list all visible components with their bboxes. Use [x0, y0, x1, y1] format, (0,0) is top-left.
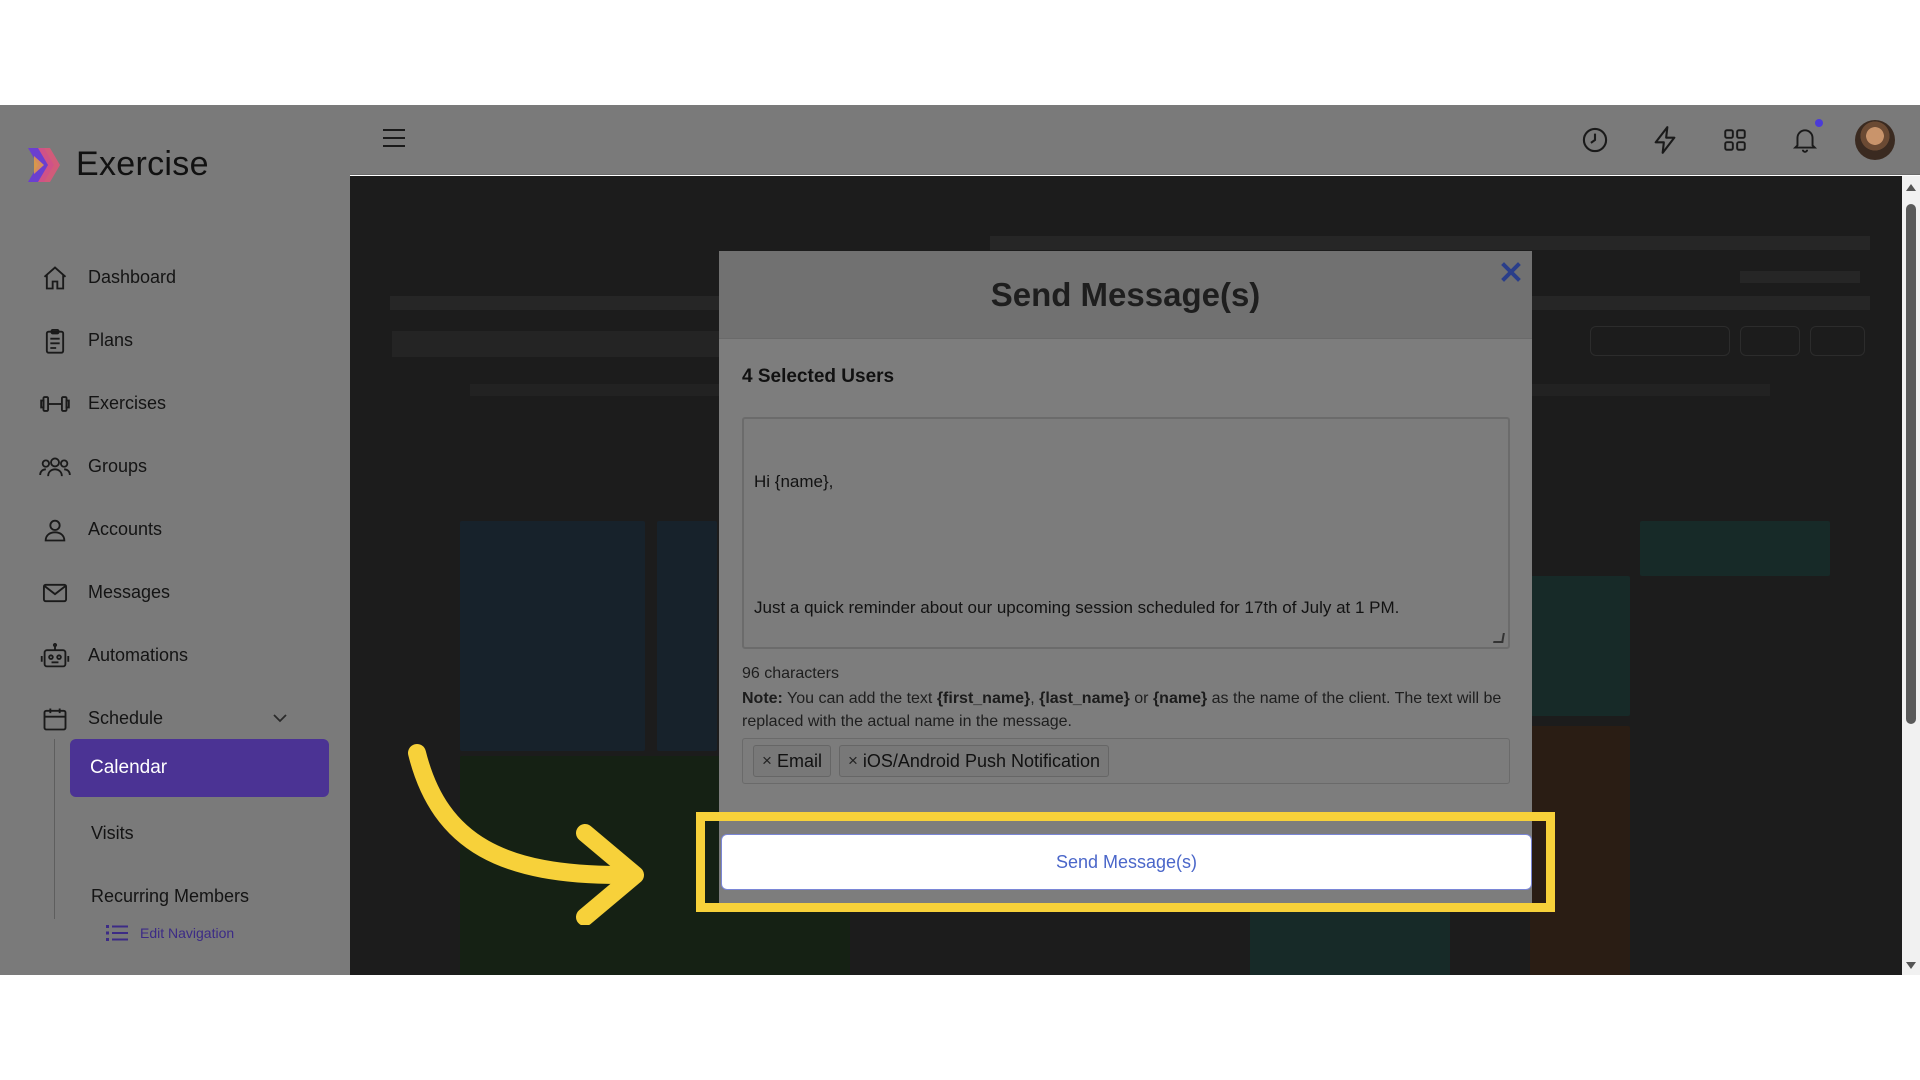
message-textarea[interactable]: Hi {name}, Just a quick reminder about o… — [742, 417, 1510, 649]
delivery-channels-select[interactable]: × Email × iOS/Android Push Notification — [742, 738, 1510, 784]
app-name: Exercise — [76, 145, 209, 183]
scroll-up-arrow-icon[interactable] — [1906, 184, 1916, 191]
placeholder-note: Note: You can add the text {first_name},… — [742, 687, 1512, 733]
clock-icon[interactable] — [1572, 117, 1618, 163]
message-line: Hi {name}, — [754, 472, 834, 491]
apps-grid-icon[interactable] — [1712, 117, 1758, 163]
resize-handle-icon[interactable] — [1493, 633, 1505, 643]
note-text: You can add the text — [787, 690, 933, 707]
tutorial-arrow-icon — [408, 744, 644, 925]
backdrop-event — [657, 521, 717, 751]
app-logo[interactable]: Exercise — [24, 145, 209, 184]
user-icon — [38, 513, 72, 547]
chevron-down-icon[interactable] — [272, 710, 288, 728]
chip-label: Email — [776, 750, 822, 771]
list-icon — [106, 924, 128, 942]
sidebar-item-recurring-members[interactable]: Recurring Members — [55, 865, 334, 928]
note-variable-name: {name} — [1152, 690, 1208, 707]
note-or: or — [1134, 690, 1149, 707]
hamburger-menu-icon[interactable] — [382, 127, 406, 154]
sidebar-item-accounts[interactable]: Accounts — [38, 498, 338, 561]
sidebar-item-visits[interactable]: Visits — [55, 802, 334, 865]
channel-chip-push: × iOS/Android Push Notification — [838, 745, 1110, 777]
edit-navigation-label: Edit Navigation — [140, 925, 235, 941]
sidebar-item-automations[interactable]: Automations — [38, 624, 338, 687]
app-frame: Exercise Dashboard Plans Exercises Group… — [0, 105, 1920, 975]
home-icon — [38, 261, 72, 295]
avatar — [1855, 120, 1895, 160]
close-icon[interactable] — [1498, 259, 1524, 285]
top-bar — [350, 105, 1920, 175]
chip-label: iOS/Android Push Notification — [862, 750, 1101, 771]
remove-chip-icon[interactable]: × — [848, 751, 858, 771]
modal-title: Send Message(s) — [990, 275, 1261, 313]
backdrop-text — [390, 296, 750, 310]
sidebar-item-label: Accounts — [88, 519, 163, 539]
sidebar: Exercise Dashboard Plans Exercises Group… — [0, 105, 350, 975]
remove-chip-icon[interactable]: × — [762, 751, 772, 771]
note-comma: , — [1030, 690, 1035, 707]
sidebar-item-label: Exercises — [88, 393, 167, 413]
sidebar-item-dashboard[interactable]: Dashboard — [38, 246, 338, 309]
sidebar-item-label: Automations — [88, 645, 189, 665]
notification-bell-icon[interactable] — [1782, 117, 1828, 163]
users-icon — [38, 450, 72, 484]
note-label: Note: — [742, 690, 783, 707]
dumbbell-icon — [38, 387, 72, 421]
lightning-icon[interactable] — [1642, 117, 1688, 163]
scroll-down-arrow-icon[interactable] — [1906, 962, 1916, 969]
backdrop-event — [1640, 521, 1830, 576]
top-bar-actions — [1548, 117, 1898, 163]
backdrop-button — [1810, 326, 1865, 356]
backdrop-event — [460, 521, 645, 751]
sidebar-nav: Dashboard Plans Exercises Groups Account… — [38, 246, 338, 750]
modal-header: Send Message(s) — [719, 251, 1532, 339]
backdrop-event — [1530, 576, 1630, 716]
character-count: 96 characters — [742, 665, 839, 682]
sidebar-item-groups[interactable]: Groups — [38, 435, 338, 498]
backdrop-date-range — [392, 331, 752, 357]
logo-icon — [24, 146, 62, 184]
mail-icon — [38, 576, 72, 610]
selected-users-count: 4 Selected Users — [742, 366, 895, 387]
sidebar-item-label: Plans — [88, 330, 134, 350]
backdrop-filters — [990, 236, 1870, 250]
tutorial-highlight-box — [696, 812, 1555, 912]
sidebar-item-label: Groups — [88, 456, 148, 476]
sidebar-item-label: Dashboard — [88, 267, 177, 287]
sidebar-item-calendar[interactable]: Calendar — [70, 739, 329, 797]
user-avatar[interactable] — [1852, 117, 1898, 163]
sidebar-item-label: Schedule — [88, 708, 164, 728]
note-variable-first-name: {first_name} — [936, 690, 1031, 707]
notification-dot — [1815, 119, 1823, 127]
sidebar-item-messages[interactable]: Messages — [38, 561, 338, 624]
backdrop-text — [1490, 296, 1870, 310]
sidebar-item-plans[interactable]: Plans — [38, 309, 338, 372]
backdrop-button — [1740, 326, 1800, 356]
page-scrollbar[interactable] — [1902, 176, 1920, 975]
backdrop-button — [1590, 326, 1730, 356]
sidebar-item-label: Messages — [88, 582, 171, 602]
scrollbar-thumb[interactable] — [1906, 204, 1916, 724]
robot-icon — [38, 639, 72, 673]
note-variable-last-name: {last_name} — [1039, 690, 1130, 707]
channel-chip-email: × Email — [753, 745, 831, 777]
edit-navigation-link[interactable]: Edit Navigation — [106, 924, 234, 942]
clipboard-icon — [38, 324, 72, 358]
calendar-icon — [38, 702, 72, 736]
sidebar-item-exercises[interactable]: Exercises — [38, 372, 338, 435]
message-line: Just a quick reminder about our upcoming… — [754, 598, 1400, 617]
backdrop-text — [1740, 271, 1860, 283]
